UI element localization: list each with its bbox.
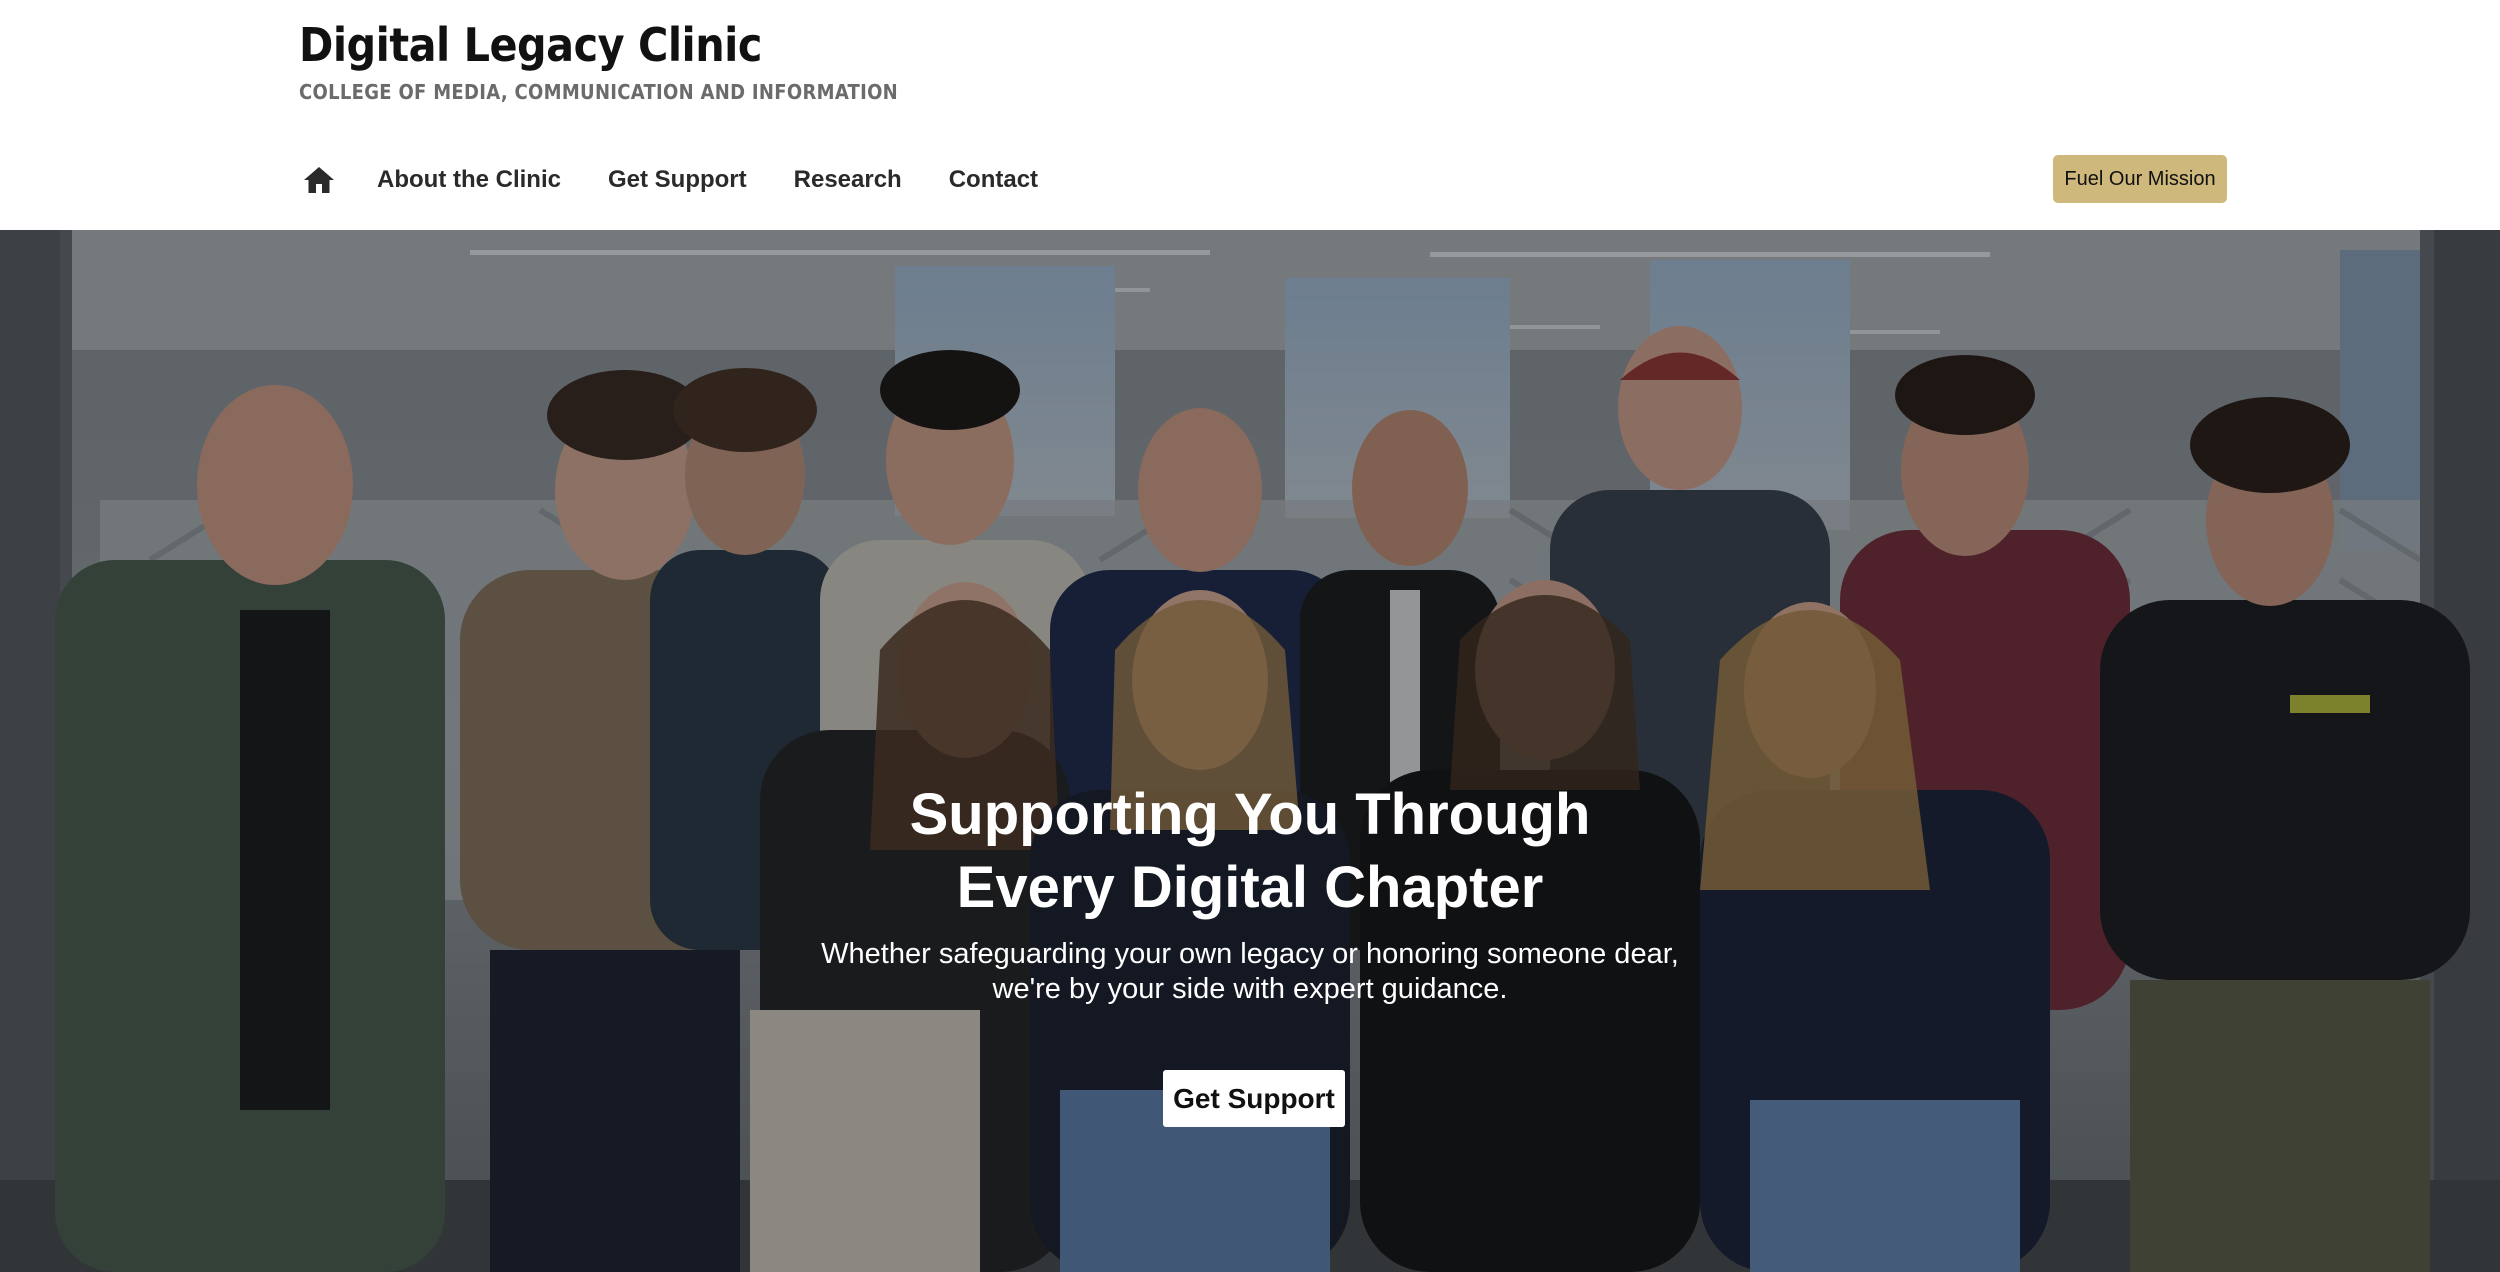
hero-subtitle-line-1: Whether safeguarding your own legacy or … xyxy=(821,938,1679,970)
nav-item-contact[interactable]: Contact xyxy=(949,166,1038,194)
fuel-our-mission-button[interactable]: Fuel Our Mission xyxy=(2053,155,2227,203)
site-subtitle[interactable]: COLLEGE OF MEDIA, COMMUNICATION AND INFO… xyxy=(299,80,898,104)
hero-title-line-2: Every Digital Chapter xyxy=(956,855,1544,920)
home-icon[interactable] xyxy=(299,160,339,200)
hero-section: Supporting You Through Every Digital Cha… xyxy=(0,230,2500,1272)
nav-item-about[interactable]: About the Clinic xyxy=(377,166,561,194)
nav-item-get-support[interactable]: Get Support xyxy=(608,166,747,194)
hero-get-support-button[interactable]: Get Support xyxy=(1163,1070,1345,1127)
hero-subtitle: Whether safeguarding your own legacy or … xyxy=(0,937,2500,1007)
hero-title-line-1: Supporting You Through xyxy=(909,782,1591,847)
hero-title: Supporting You Through Every Digital Cha… xyxy=(0,778,2500,924)
site-header: Digital Legacy Clinic COLLEGE OF MEDIA, … xyxy=(0,0,2500,230)
hero-subtitle-line-2: we're by your side with expert guidance. xyxy=(992,973,1508,1005)
nav-item-research[interactable]: Research xyxy=(794,166,902,194)
main-nav: About the Clinic Get Support Research Co… xyxy=(299,158,1085,202)
site-title[interactable]: Digital Legacy Clinic xyxy=(299,18,762,72)
